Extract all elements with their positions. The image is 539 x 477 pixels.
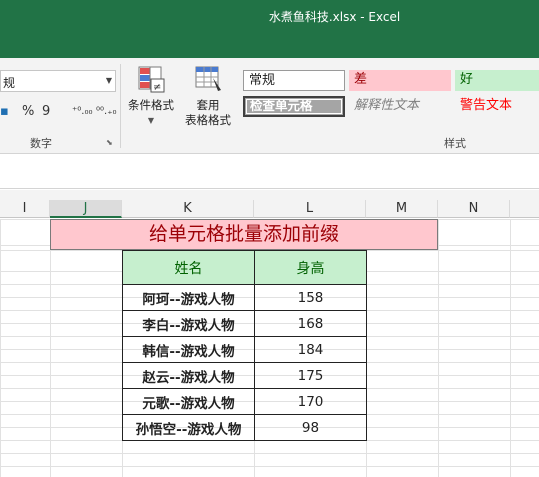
increase-decimal-button[interactable]: ⁺⁰.₀₀ <box>72 106 92 117</box>
comma-style-button[interactable]: 9 <box>42 104 50 119</box>
height-cell[interactable]: 158 <box>254 284 367 311</box>
height-cell[interactable]: 175 <box>254 362 367 389</box>
table-header-row: 姓名 身高 <box>122 250 367 285</box>
svg-text:≠: ≠ <box>153 82 161 93</box>
title-bar: 水煮鱼科技.xlsx - Excel <box>0 0 539 58</box>
merged-title-cell[interactable]: 给单元格批量添加前缀 <box>50 219 438 250</box>
name-cell[interactable]: 阿珂--游戏人物 <box>122 284 255 311</box>
dialog-launcher-icon[interactable]: ⬊ <box>106 138 113 147</box>
ribbon: 规 ▼ ▪ % 9 ⁺⁰.₀₀ ⁰⁰.₊₀ 数字 ⬊ ≠ 条件格式 ▼ 套用 表… <box>0 58 539 154</box>
name-cell[interactable]: 元歌--游戏人物 <box>122 388 255 415</box>
table-row: 李白--游戏人物 168 <box>122 310 367 337</box>
style-warning[interactable]: 警告文本 <box>455 96 539 117</box>
conditional-format-icon: ≠ <box>138 66 165 93</box>
header-cell-height[interactable]: 身高 <box>254 250 367 285</box>
header-cell-name[interactable]: 姓名 <box>122 250 255 285</box>
number-format-combo[interactable]: 规 ▼ <box>0 70 116 92</box>
height-cell[interactable]: 98 <box>254 414 367 441</box>
column-header-m[interactable]: M <box>366 200 438 218</box>
format-as-table-button[interactable]: 套用 表格格式 <box>178 64 238 128</box>
chevron-down-icon: ▼ <box>147 116 155 125</box>
number-group-label: 数字 <box>30 137 52 150</box>
format-as-table-label-1: 套用 <box>196 98 220 112</box>
currency-format-icon[interactable]: ▪ <box>0 104 9 119</box>
format-as-table-label-2: 表格格式 <box>185 113 231 127</box>
grid-line <box>438 219 439 477</box>
column-header-n[interactable]: N <box>438 200 510 218</box>
data-table: 姓名 身高 阿珂--游戏人物 158 李白--游戏人物 168 韩信--游戏人物… <box>122 250 367 441</box>
conditional-format-button[interactable]: ≠ 条件格式 ▼ <box>124 64 178 128</box>
decrease-decimal-button[interactable]: ⁰⁰.₊₀ <box>96 106 116 117</box>
table-row: 元歌--游戏人物 170 <box>122 388 367 415</box>
window-title: 水煮鱼科技.xlsx - Excel <box>268 10 401 24</box>
column-header-next[interactable] <box>510 200 539 218</box>
header-spacer <box>0 190 539 200</box>
column-header-j[interactable]: J <box>50 200 122 218</box>
percent-style-button[interactable]: % <box>22 104 34 119</box>
table-row: 赵云--游戏人物 175 <box>122 362 367 389</box>
table-row: 阿珂--游戏人物 158 <box>122 284 367 311</box>
column-header-i[interactable]: I <box>0 200 50 218</box>
group-divider <box>120 64 121 148</box>
formula-bar-area <box>0 155 539 189</box>
name-cell[interactable]: 赵云--游戏人物 <box>122 362 255 389</box>
height-cell[interactable]: 170 <box>254 388 367 415</box>
style-good[interactable]: 好 <box>455 70 539 91</box>
column-header-k[interactable]: K <box>122 200 254 218</box>
styles-group-label: 样式 <box>444 137 466 150</box>
name-cell[interactable]: 韩信--游戏人物 <box>122 336 255 363</box>
name-cell[interactable]: 孙悟空--游戏人物 <box>122 414 255 441</box>
style-check-cell[interactable]: 检查单元格 <box>243 96 345 117</box>
chevron-down-icon: ▼ <box>105 76 112 85</box>
height-cell[interactable]: 168 <box>254 310 367 337</box>
grid-line <box>510 219 511 477</box>
number-format-buttons: ▪ % 9 ⁺⁰.₀₀ ⁰⁰.₊₀ <box>0 102 118 124</box>
column-header-l[interactable]: L <box>254 200 366 218</box>
grid-line <box>50 219 51 477</box>
style-bad[interactable]: 差 <box>349 70 451 91</box>
style-explanatory[interactable]: 解释性文本 <box>349 96 451 117</box>
name-cell[interactable]: 李白--游戏人物 <box>122 310 255 337</box>
height-cell[interactable]: 184 <box>254 336 367 363</box>
number-format-value: 规 <box>3 76 16 90</box>
conditional-format-label: 条件格式 <box>128 98 174 112</box>
grid-line <box>0 466 539 467</box>
format-as-table-icon <box>195 66 221 91</box>
table-row: 孙悟空--游戏人物 98 <box>122 414 367 441</box>
table-row: 韩信--游戏人物 184 <box>122 336 367 363</box>
style-normal[interactable]: 常规 <box>243 70 345 91</box>
